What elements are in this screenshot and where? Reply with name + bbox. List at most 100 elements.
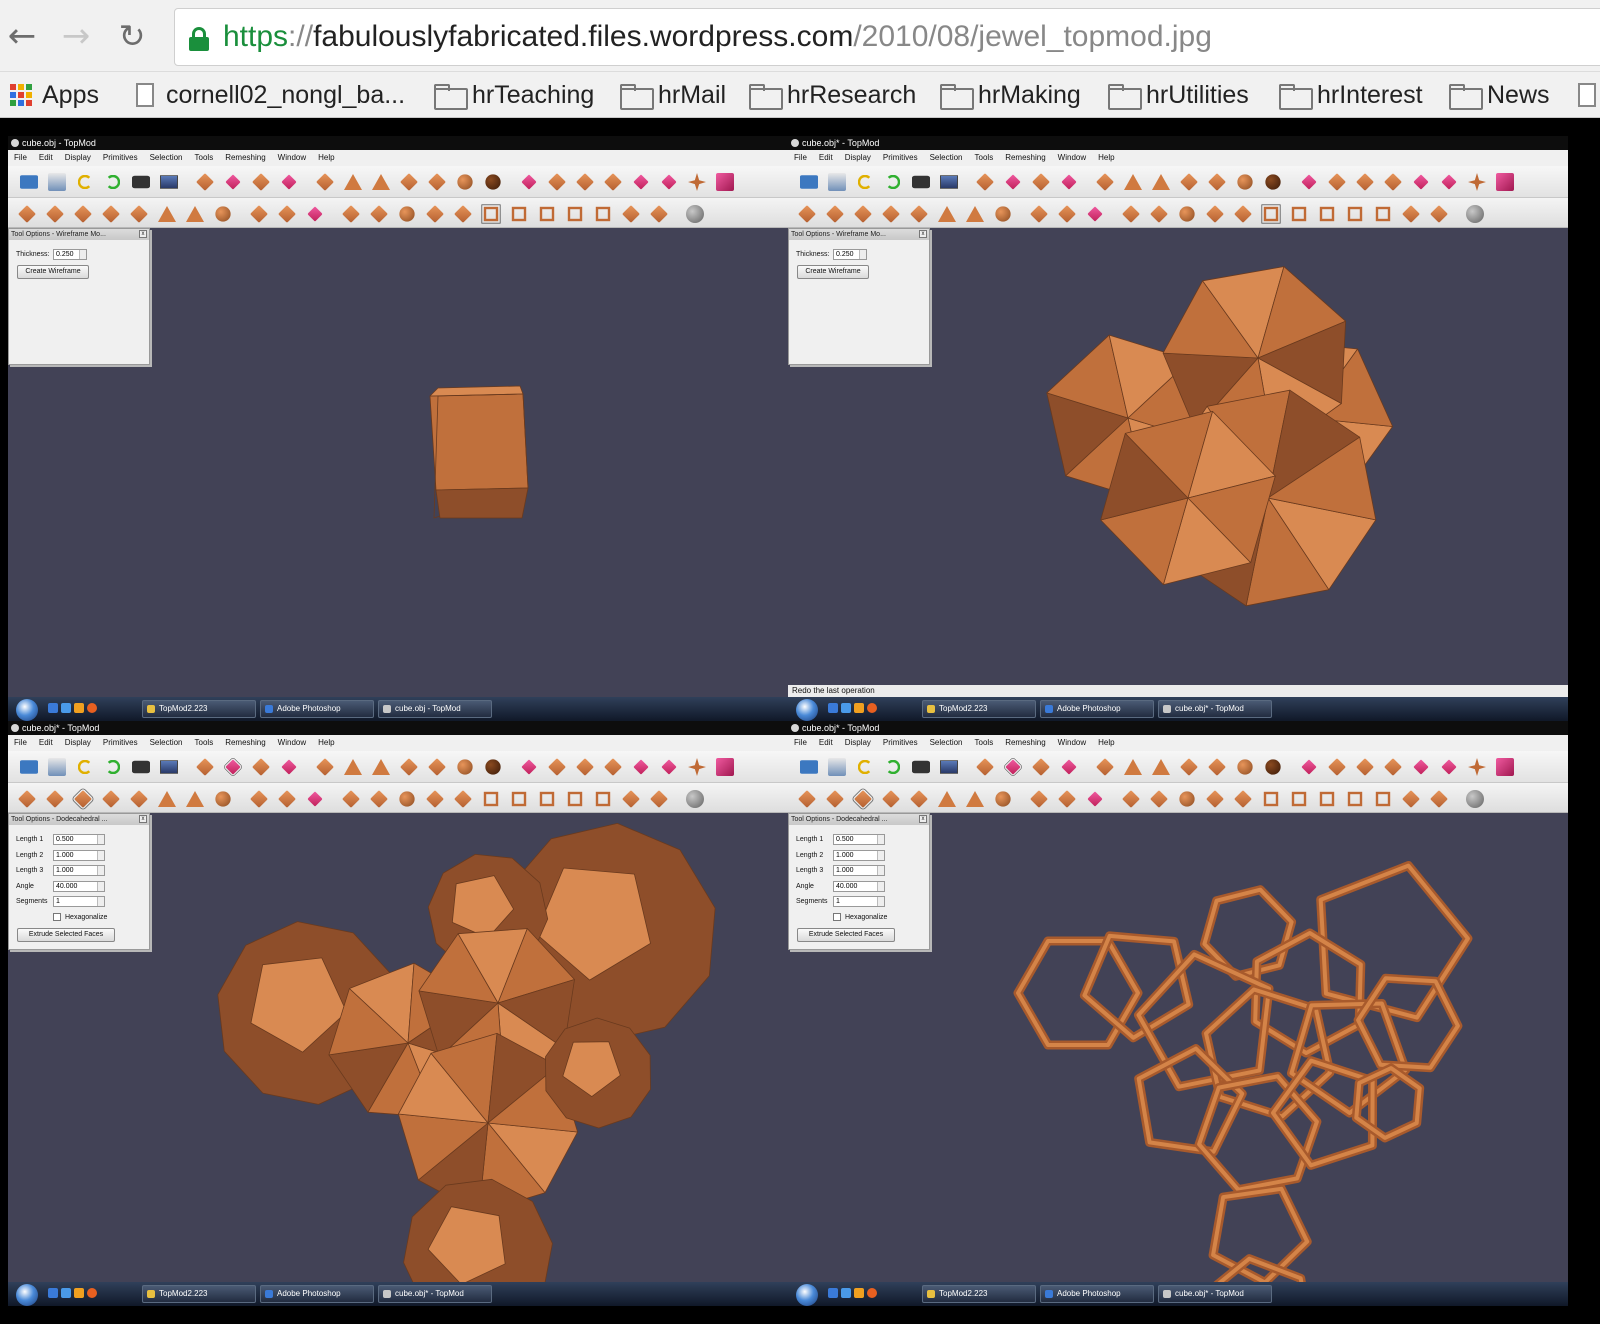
taskbar-button[interactable]: cube.obj* - TopMod [378, 1285, 492, 1303]
selection-options-icon[interactable] [215, 206, 231, 222]
tripod-icon[interactable] [688, 173, 706, 191]
bookmark-folder[interactable]: News [1449, 79, 1550, 111]
subdivide-icon[interactable] [548, 758, 566, 776]
bevel-icon[interactable] [1356, 758, 1374, 776]
fractal-icon[interactable] [1234, 205, 1252, 223]
icosahedral-extrude-icon[interactable] [307, 206, 323, 222]
menu-remeshing[interactable]: Remeshing [225, 150, 265, 166]
tile-icon[interactable] [1375, 206, 1391, 222]
multi-face-icon[interactable] [1319, 206, 1335, 222]
dodecahedral-extrude-icon[interactable] [1058, 790, 1076, 808]
cube-primitive-icon[interactable] [1096, 173, 1114, 191]
taskbar-button[interactable]: Adobe Photoshop [260, 1285, 374, 1303]
vertex-select-icon[interactable] [1061, 174, 1077, 190]
face-select-icon[interactable] [225, 174, 241, 190]
octahedron-icon[interactable] [1180, 173, 1198, 191]
subdivide-icon[interactable] [1328, 758, 1346, 776]
menu-edit[interactable]: Edit [819, 735, 833, 751]
hole-icon[interactable] [1441, 174, 1457, 190]
texture-icon[interactable] [686, 790, 704, 808]
url-text[interactable]: https://fabulouslyfabricated.files.wordp… [223, 19, 1212, 55]
field-spinbox[interactable]: 0.500 [53, 834, 105, 845]
menu-window[interactable]: Window [1058, 735, 1086, 751]
menu-edit[interactable]: Edit [39, 150, 53, 166]
conical-icon[interactable] [622, 205, 640, 223]
close-icon[interactable]: x [139, 815, 147, 823]
firefox-icon[interactable] [867, 1288, 877, 1298]
menu-file[interactable]: File [794, 150, 807, 166]
face-select-icon[interactable] [1002, 756, 1024, 778]
extrude-icon[interactable] [521, 759, 537, 775]
sierpinsky-icon[interactable] [426, 790, 444, 808]
taskbar-button[interactable]: Adobe Photoshop [1040, 1285, 1154, 1303]
collapse-edge-icon[interactable] [851, 787, 875, 811]
field-spinbox[interactable]: 1.000 [53, 849, 105, 861]
menu-help[interactable]: Help [318, 735, 334, 751]
settings-cube-icon[interactable] [1496, 173, 1514, 191]
menu-tools[interactable]: Tools [195, 150, 214, 166]
icosahedral-extrude-icon[interactable] [307, 791, 323, 807]
cube-primitive-icon[interactable] [1096, 758, 1114, 776]
menu-help[interactable]: Help [1098, 735, 1114, 751]
connect-edge-icon[interactable] [130, 790, 148, 808]
cube-select-icon[interactable] [196, 173, 214, 191]
menger-sponge-icon[interactable] [567, 206, 583, 222]
texture-icon[interactable] [686, 205, 704, 223]
fractal-icon[interactable] [1234, 790, 1252, 808]
taskbar-button[interactable]: Adobe Photoshop [260, 700, 374, 718]
icosahedral-extrude-icon[interactable] [1087, 206, 1103, 222]
tripod-icon[interactable] [1468, 173, 1486, 191]
cubical-extrude-icon[interactable] [250, 205, 268, 223]
extrude-icon[interactable] [521, 174, 537, 190]
icosahedral-extrude-icon[interactable] [1087, 791, 1103, 807]
close-icon[interactable]: x [919, 815, 927, 823]
extrude-icon[interactable] [1301, 174, 1317, 190]
field-spinbox[interactable]: 1.000 [53, 865, 105, 876]
pyramid-icon[interactable] [1152, 759, 1170, 775]
icosahedron-icon[interactable] [457, 174, 473, 190]
taskbar-button[interactable]: TopMod2.223 [142, 1285, 256, 1303]
dodecahedron-icon[interactable] [1208, 758, 1226, 776]
create-wireframe-button[interactable]: Create Wireframe [797, 265, 869, 279]
forward-arrow-icon[interactable]: → [56, 14, 96, 58]
menu-primitives[interactable]: Primitives [883, 150, 918, 166]
multi-face-icon[interactable] [539, 206, 555, 222]
splice-corners-icon[interactable] [938, 206, 956, 222]
settings-cube-icon[interactable] [716, 173, 734, 191]
bookmark-folder[interactable]: hrResearch [749, 79, 916, 111]
cube-primitive-icon[interactable] [316, 758, 334, 776]
delete-edge-icon[interactable] [826, 790, 844, 808]
edge-select-icon[interactable] [1032, 758, 1050, 776]
subdivide-edge-icon[interactable] [102, 790, 120, 808]
collapse-edge-icon[interactable] [854, 205, 872, 223]
bevel-icon[interactable] [1356, 173, 1374, 191]
menu-selection[interactable]: Selection [930, 150, 963, 166]
cubical-extrude-icon[interactable] [250, 790, 268, 808]
save-icon[interactable] [48, 173, 66, 191]
sierpinsky-icon[interactable] [426, 205, 444, 223]
menu-display[interactable]: Display [65, 735, 91, 751]
sierpinsky-icon[interactable] [1206, 205, 1224, 223]
settings-cube-icon[interactable] [716, 758, 734, 776]
firefox-icon[interactable] [867, 703, 877, 713]
column-icon[interactable] [370, 790, 388, 808]
column-icon[interactable] [370, 205, 388, 223]
explorer-icon[interactable] [61, 703, 71, 713]
menu-selection[interactable]: Selection [150, 150, 183, 166]
menu-remeshing[interactable]: Remeshing [225, 735, 265, 751]
subdivide-edge-icon[interactable] [102, 205, 120, 223]
wireframe-columns-icon[interactable] [511, 206, 527, 222]
desktop-icon[interactable] [48, 703, 58, 713]
wireframe-columns-icon[interactable] [511, 791, 527, 807]
hole-icon[interactable] [661, 759, 677, 775]
address-bar[interactable]: https://fabulouslyfabricated.files.wordp… [174, 8, 1600, 66]
bookmark-folder[interactable]: hrTeaching [434, 79, 594, 111]
settings-cube-icon[interactable] [1496, 758, 1514, 776]
field-spinbox[interactable]: 1 [833, 896, 885, 907]
undo-icon[interactable] [857, 174, 873, 190]
menger-sponge-icon[interactable] [1347, 206, 1363, 222]
bookmark-apps[interactable]: Apps [10, 79, 99, 111]
transforms-icon[interactable] [186, 791, 204, 807]
menu-remeshing[interactable]: Remeshing [1005, 735, 1045, 751]
delete-edge-icon[interactable] [46, 790, 64, 808]
